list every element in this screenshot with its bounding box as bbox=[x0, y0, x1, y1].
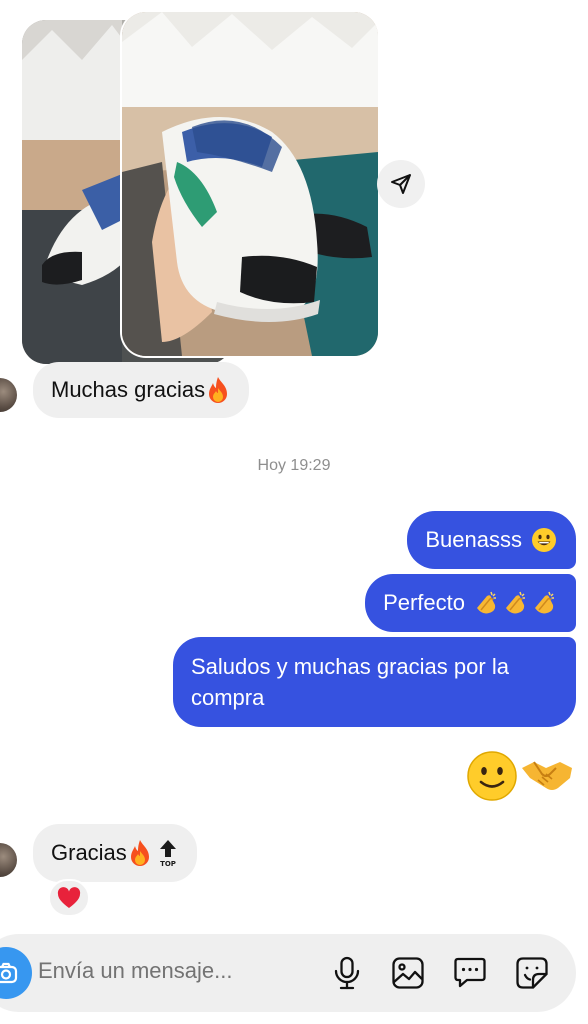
emoji-message[interactable] bbox=[466, 750, 574, 802]
microphone-icon bbox=[334, 956, 360, 990]
camera-button[interactable] bbox=[0, 947, 32, 999]
message-text: Saludos y muchas gracias por la compra bbox=[191, 654, 509, 710]
clapping-hands-emoji-icon bbox=[535, 591, 554, 613]
photo-message[interactable] bbox=[22, 12, 378, 364]
sender-avatar[interactable] bbox=[0, 378, 17, 412]
outgoing-message[interactable]: Perfecto bbox=[365, 574, 576, 632]
incoming-message[interactable]: Muchas gracias bbox=[33, 362, 250, 418]
sender-avatar[interactable] bbox=[0, 843, 17, 877]
outgoing-message[interactable]: Buenasss bbox=[407, 511, 576, 569]
incoming-message[interactable]: Gracias TOP bbox=[33, 824, 197, 882]
message-input[interactable]: Envía un mensaje... bbox=[38, 958, 232, 984]
message-timestamp: Hoy 19:29 bbox=[257, 457, 331, 474]
chat-bubble-icon bbox=[454, 957, 486, 988]
grinning-face-emoji-icon bbox=[532, 528, 556, 552]
message-text: Perfecto bbox=[383, 590, 465, 615]
camera-icon bbox=[0, 962, 18, 984]
message-reaction[interactable] bbox=[48, 879, 90, 917]
gallery-icon bbox=[392, 957, 424, 989]
fire-emoji-icon bbox=[209, 377, 228, 403]
red-heart-icon bbox=[57, 887, 81, 908]
message-text: Gracias bbox=[51, 840, 127, 865]
clapping-hands-emoji-icon bbox=[506, 591, 525, 613]
svg-text:TOP: TOP bbox=[160, 860, 176, 868]
message-text: Buenasss bbox=[425, 527, 522, 552]
gallery-button[interactable] bbox=[389, 954, 427, 992]
quick-reply-button[interactable] bbox=[451, 954, 489, 992]
voice-message-button[interactable] bbox=[328, 954, 366, 992]
slightly-smiling-face-emoji-icon bbox=[467, 751, 517, 801]
share-photo-button[interactable] bbox=[377, 160, 425, 208]
handshake-emoji-icon bbox=[522, 761, 572, 790]
shoe-photo-front[interactable] bbox=[122, 12, 378, 356]
fire-emoji-icon bbox=[130, 840, 149, 866]
clapping-hands-emoji-icon bbox=[477, 591, 496, 613]
message-text: Muchas gracias bbox=[51, 377, 206, 402]
sticker-icon bbox=[516, 957, 548, 989]
message-composer: Envía un mensaje... bbox=[0, 934, 576, 1012]
outgoing-message[interactable]: Saludos y muchas gracias por la compra bbox=[173, 637, 576, 727]
sticker-button[interactable] bbox=[513, 954, 551, 992]
top-arrow-emoji-icon: TOP bbox=[159, 840, 176, 868]
send-icon bbox=[391, 174, 411, 194]
